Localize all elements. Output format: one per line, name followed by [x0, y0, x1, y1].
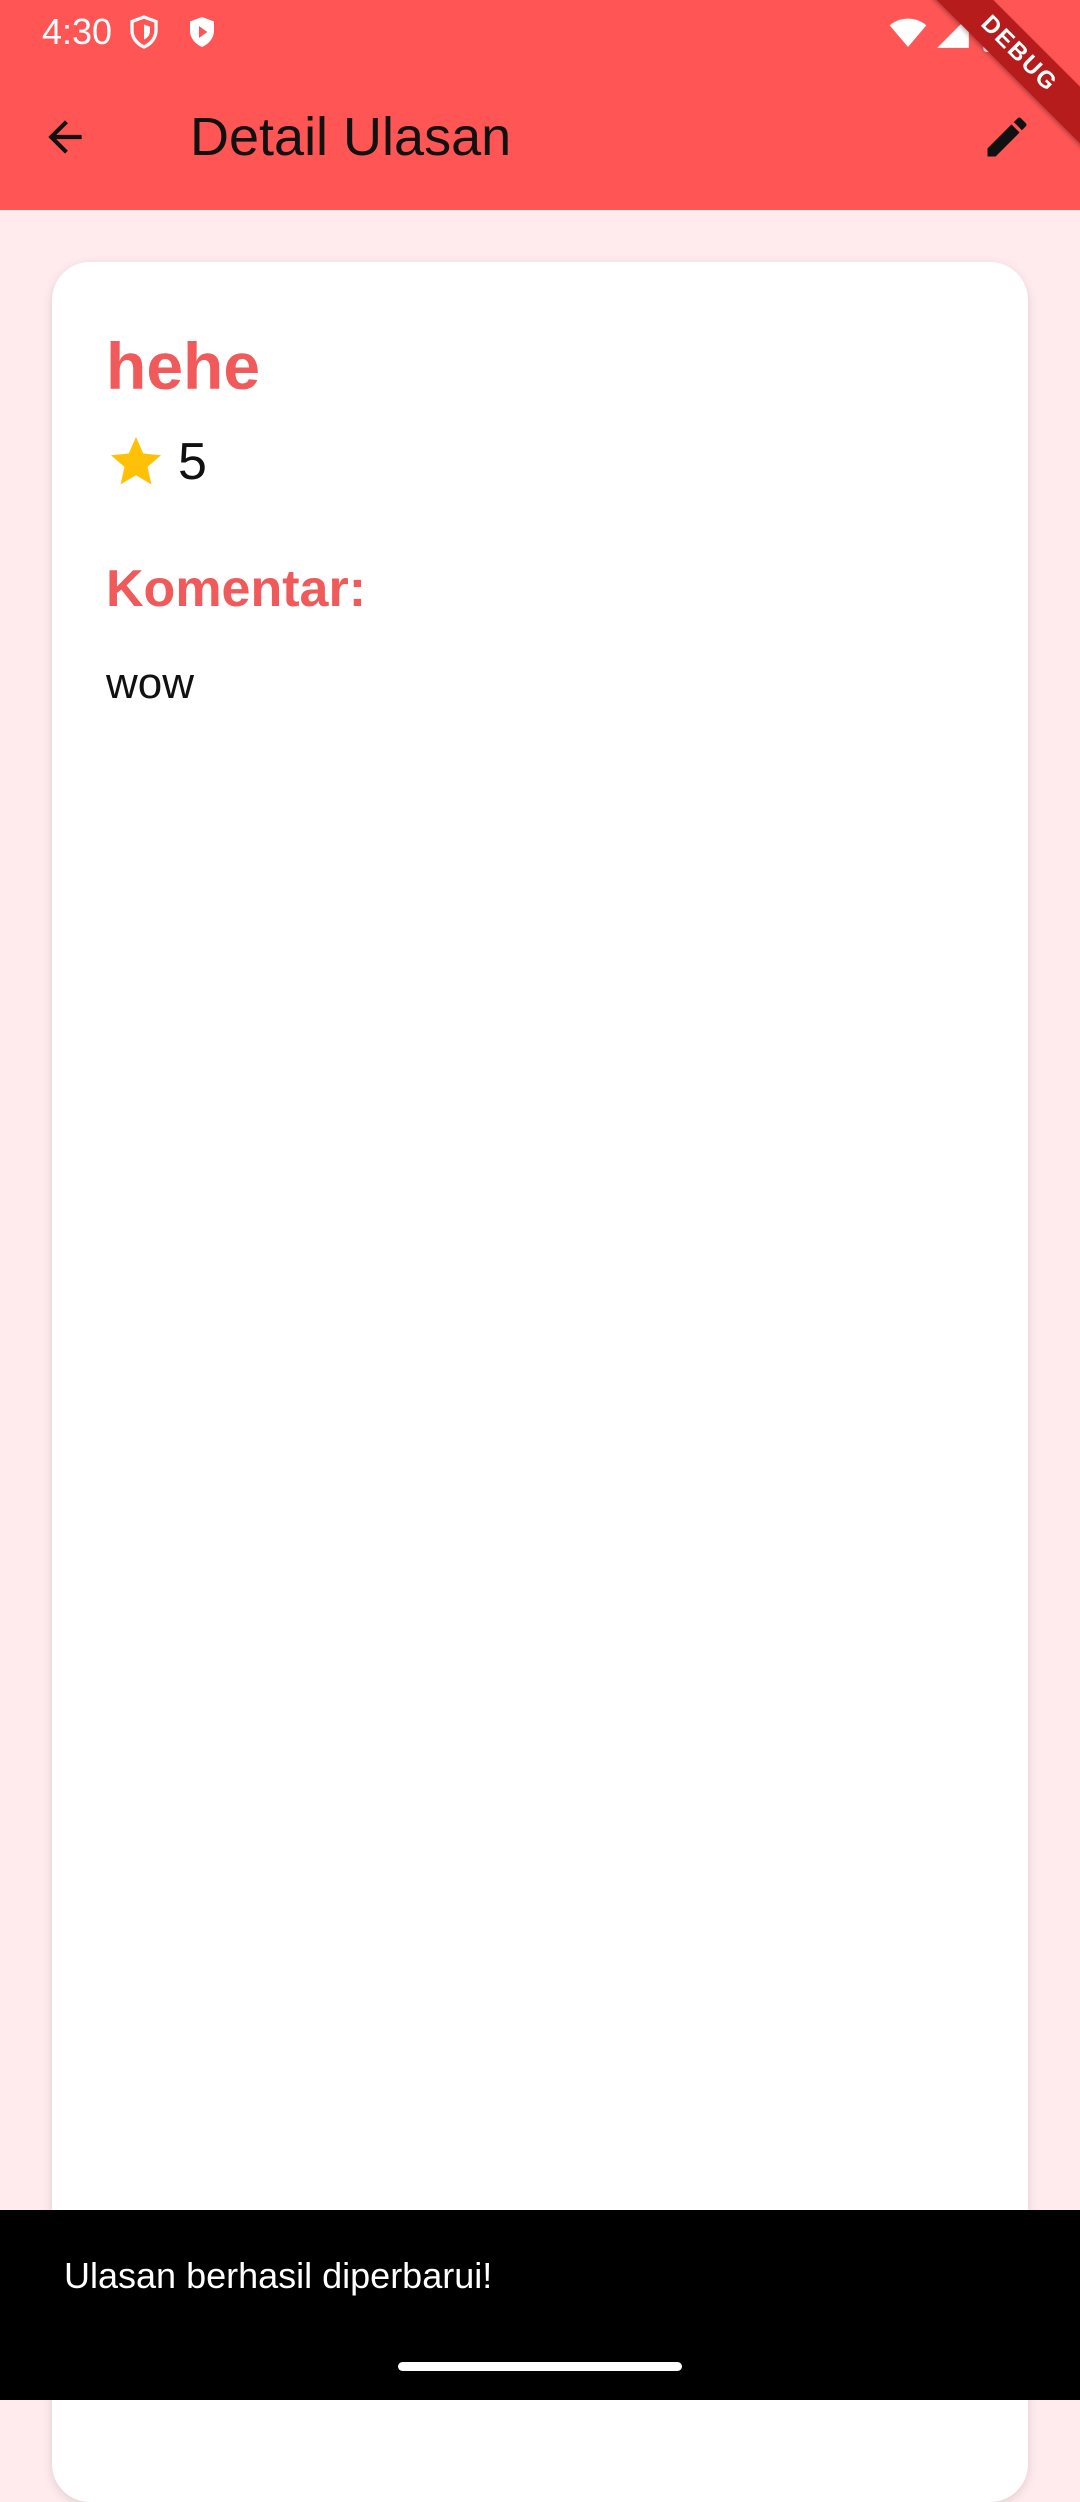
- app-bar: Detail Ulasan: [0, 64, 1080, 210]
- cellular-signal-icon: [937, 16, 969, 48]
- back-button[interactable]: [30, 102, 100, 172]
- page-title: Detail Ulasan: [190, 107, 512, 167]
- wifi-icon: [889, 18, 927, 47]
- review-card: hehe 5 Komentar: wow: [52, 262, 1028, 2502]
- pencil-icon: [987, 117, 1027, 157]
- play-protect-icon: [190, 17, 214, 47]
- comment-label: Komentar:: [106, 560, 367, 618]
- battery-icon: [983, 12, 1007, 52]
- rating-value: 5: [178, 433, 207, 491]
- edit-button[interactable]: [972, 102, 1042, 172]
- review-title: hehe: [106, 329, 261, 403]
- comment-text: wow: [106, 659, 195, 708]
- shield-icon: [130, 15, 158, 49]
- snackbar-message: Ulasan berhasil diperbarui!: [64, 2255, 493, 2296]
- home-indicator[interactable]: [398, 2362, 682, 2371]
- status-bar: 4:30: [0, 0, 1080, 64]
- status-time: 4:30: [42, 11, 113, 52]
- rating-row: 5: [106, 432, 207, 492]
- snackbar: Ulasan berhasil diperbarui!: [0, 2210, 1080, 2400]
- arrow-back-icon: [48, 120, 82, 154]
- star-icon: [111, 437, 161, 485]
